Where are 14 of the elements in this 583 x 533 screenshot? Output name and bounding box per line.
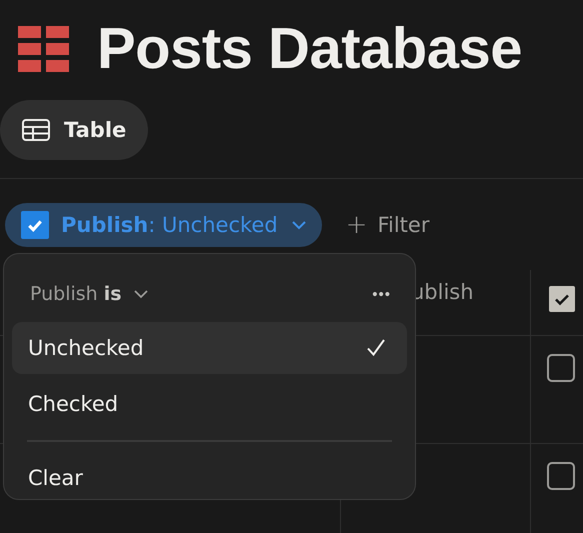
checkbox[interactable] — [547, 462, 575, 490]
table-icon — [22, 119, 50, 141]
more-button[interactable]: ••• — [372, 286, 391, 302]
view-tab[interactable]: Table — [0, 100, 148, 160]
page-title: Posts Database — [97, 18, 522, 80]
clear-option[interactable]: Clear — [12, 452, 407, 504]
checkbox-icon — [549, 286, 575, 312]
condition-selector[interactable]: Publish is — [30, 283, 150, 305]
menu-option[interactable]: Unchecked — [12, 322, 407, 374]
checkbox[interactable] — [547, 354, 575, 382]
menu-option[interactable]: Checked — [12, 378, 407, 430]
add-filter-button[interactable]: + Filter — [346, 210, 430, 240]
grid-icon — [18, 26, 69, 72]
checkmark-icon — [365, 337, 387, 359]
